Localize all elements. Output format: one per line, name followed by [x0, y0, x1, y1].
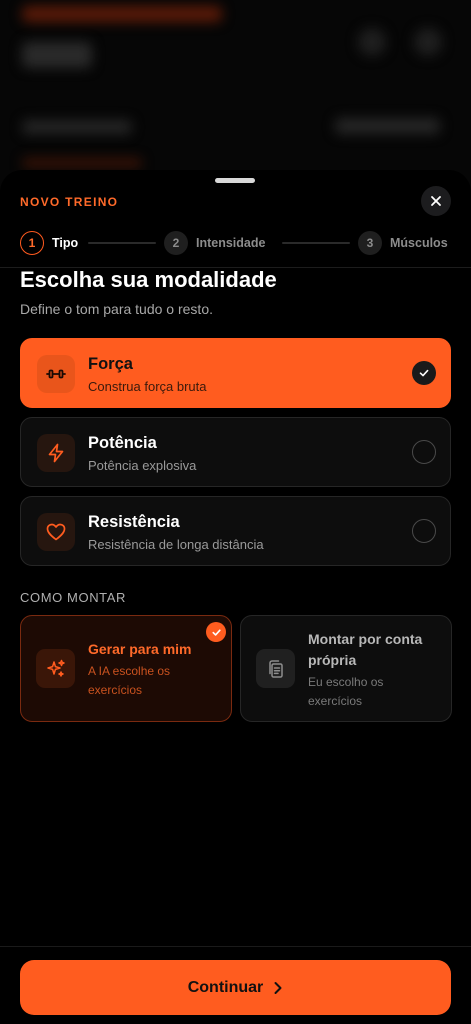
section-label-build: COMO MONTAR: [20, 590, 127, 605]
step-label: Intensidade: [196, 236, 266, 250]
selected-radio[interactable]: [412, 361, 436, 385]
modality-title: Força: [88, 355, 133, 373]
unselected-radio[interactable]: [412, 519, 436, 543]
build-title: Montar por conta própria: [308, 631, 423, 668]
check-icon: [419, 369, 429, 377]
step-number: 3: [358, 231, 382, 255]
chevron-right-icon: [274, 981, 282, 994]
build-title: Gerar para mim: [88, 641, 192, 657]
modality-option-forca[interactable]: Força Construa força bruta: [20, 338, 451, 408]
heart-icon: [37, 513, 75, 551]
sheet-grabber[interactable]: [215, 178, 255, 183]
continue-label: Continuar: [187, 978, 264, 996]
close-button[interactable]: [421, 186, 451, 216]
check-icon: [211, 628, 221, 636]
selected-check: [206, 622, 226, 642]
close-icon: [431, 196, 441, 206]
step-label: Tipo: [52, 236, 79, 250]
step-tipo[interactable]: 1 Tipo: [20, 231, 78, 255]
dumbbell-icon: [37, 355, 75, 393]
build-option-generate[interactable]: Gerar para mim A IA escolhe os exercício…: [20, 615, 232, 722]
step-intensidade[interactable]: 2 Intensidade: [164, 231, 265, 255]
modality-option-potencia[interactable]: Potência Potência explosiva: [20, 417, 451, 487]
sparkles-icon: [36, 649, 75, 688]
page-title: Escolha sua modalidade: [20, 267, 277, 292]
step-connector: [282, 242, 350, 244]
step-number: 2: [164, 231, 188, 255]
step-connector: [88, 242, 156, 244]
clipboard-icon: [256, 649, 295, 688]
modality-description: Resistência de longa distância: [88, 537, 264, 552]
step-musculos[interactable]: 3 Músculos: [358, 231, 448, 255]
page-subtitle: Define o tom para tudo o resto.: [20, 301, 213, 317]
step-number: 1: [20, 231, 44, 255]
stepper: 1 Tipo 2 Intensidade 3 Músculos: [20, 231, 451, 255]
sheet-kicker: NOVO TREINO: [20, 195, 119, 209]
modality-description: Potência explosiva: [88, 458, 197, 473]
footer-divider: [0, 946, 471, 947]
continue-button[interactable]: Continuar: [20, 960, 451, 1015]
modality-title: Potência: [88, 434, 157, 452]
unselected-radio[interactable]: [412, 440, 436, 464]
modality-description: Construa força bruta: [88, 379, 207, 394]
build-option-manual[interactable]: Montar por conta própria Eu escolho os e…: [240, 615, 452, 722]
modality-option-resistencia[interactable]: Resistência Resistência de longa distânc…: [20, 496, 451, 566]
modality-title: Resistência: [88, 513, 180, 531]
new-workout-sheet: NOVO TREINO 1 Tipo 2 Intensidade 3 Múscu…: [0, 170, 471, 1024]
step-label: Músculos: [390, 236, 448, 250]
lightning-icon: [37, 434, 75, 472]
build-description: A IA escolhe os exercícios: [88, 664, 171, 697]
build-description: Eu escolho os exercícios: [308, 675, 384, 708]
